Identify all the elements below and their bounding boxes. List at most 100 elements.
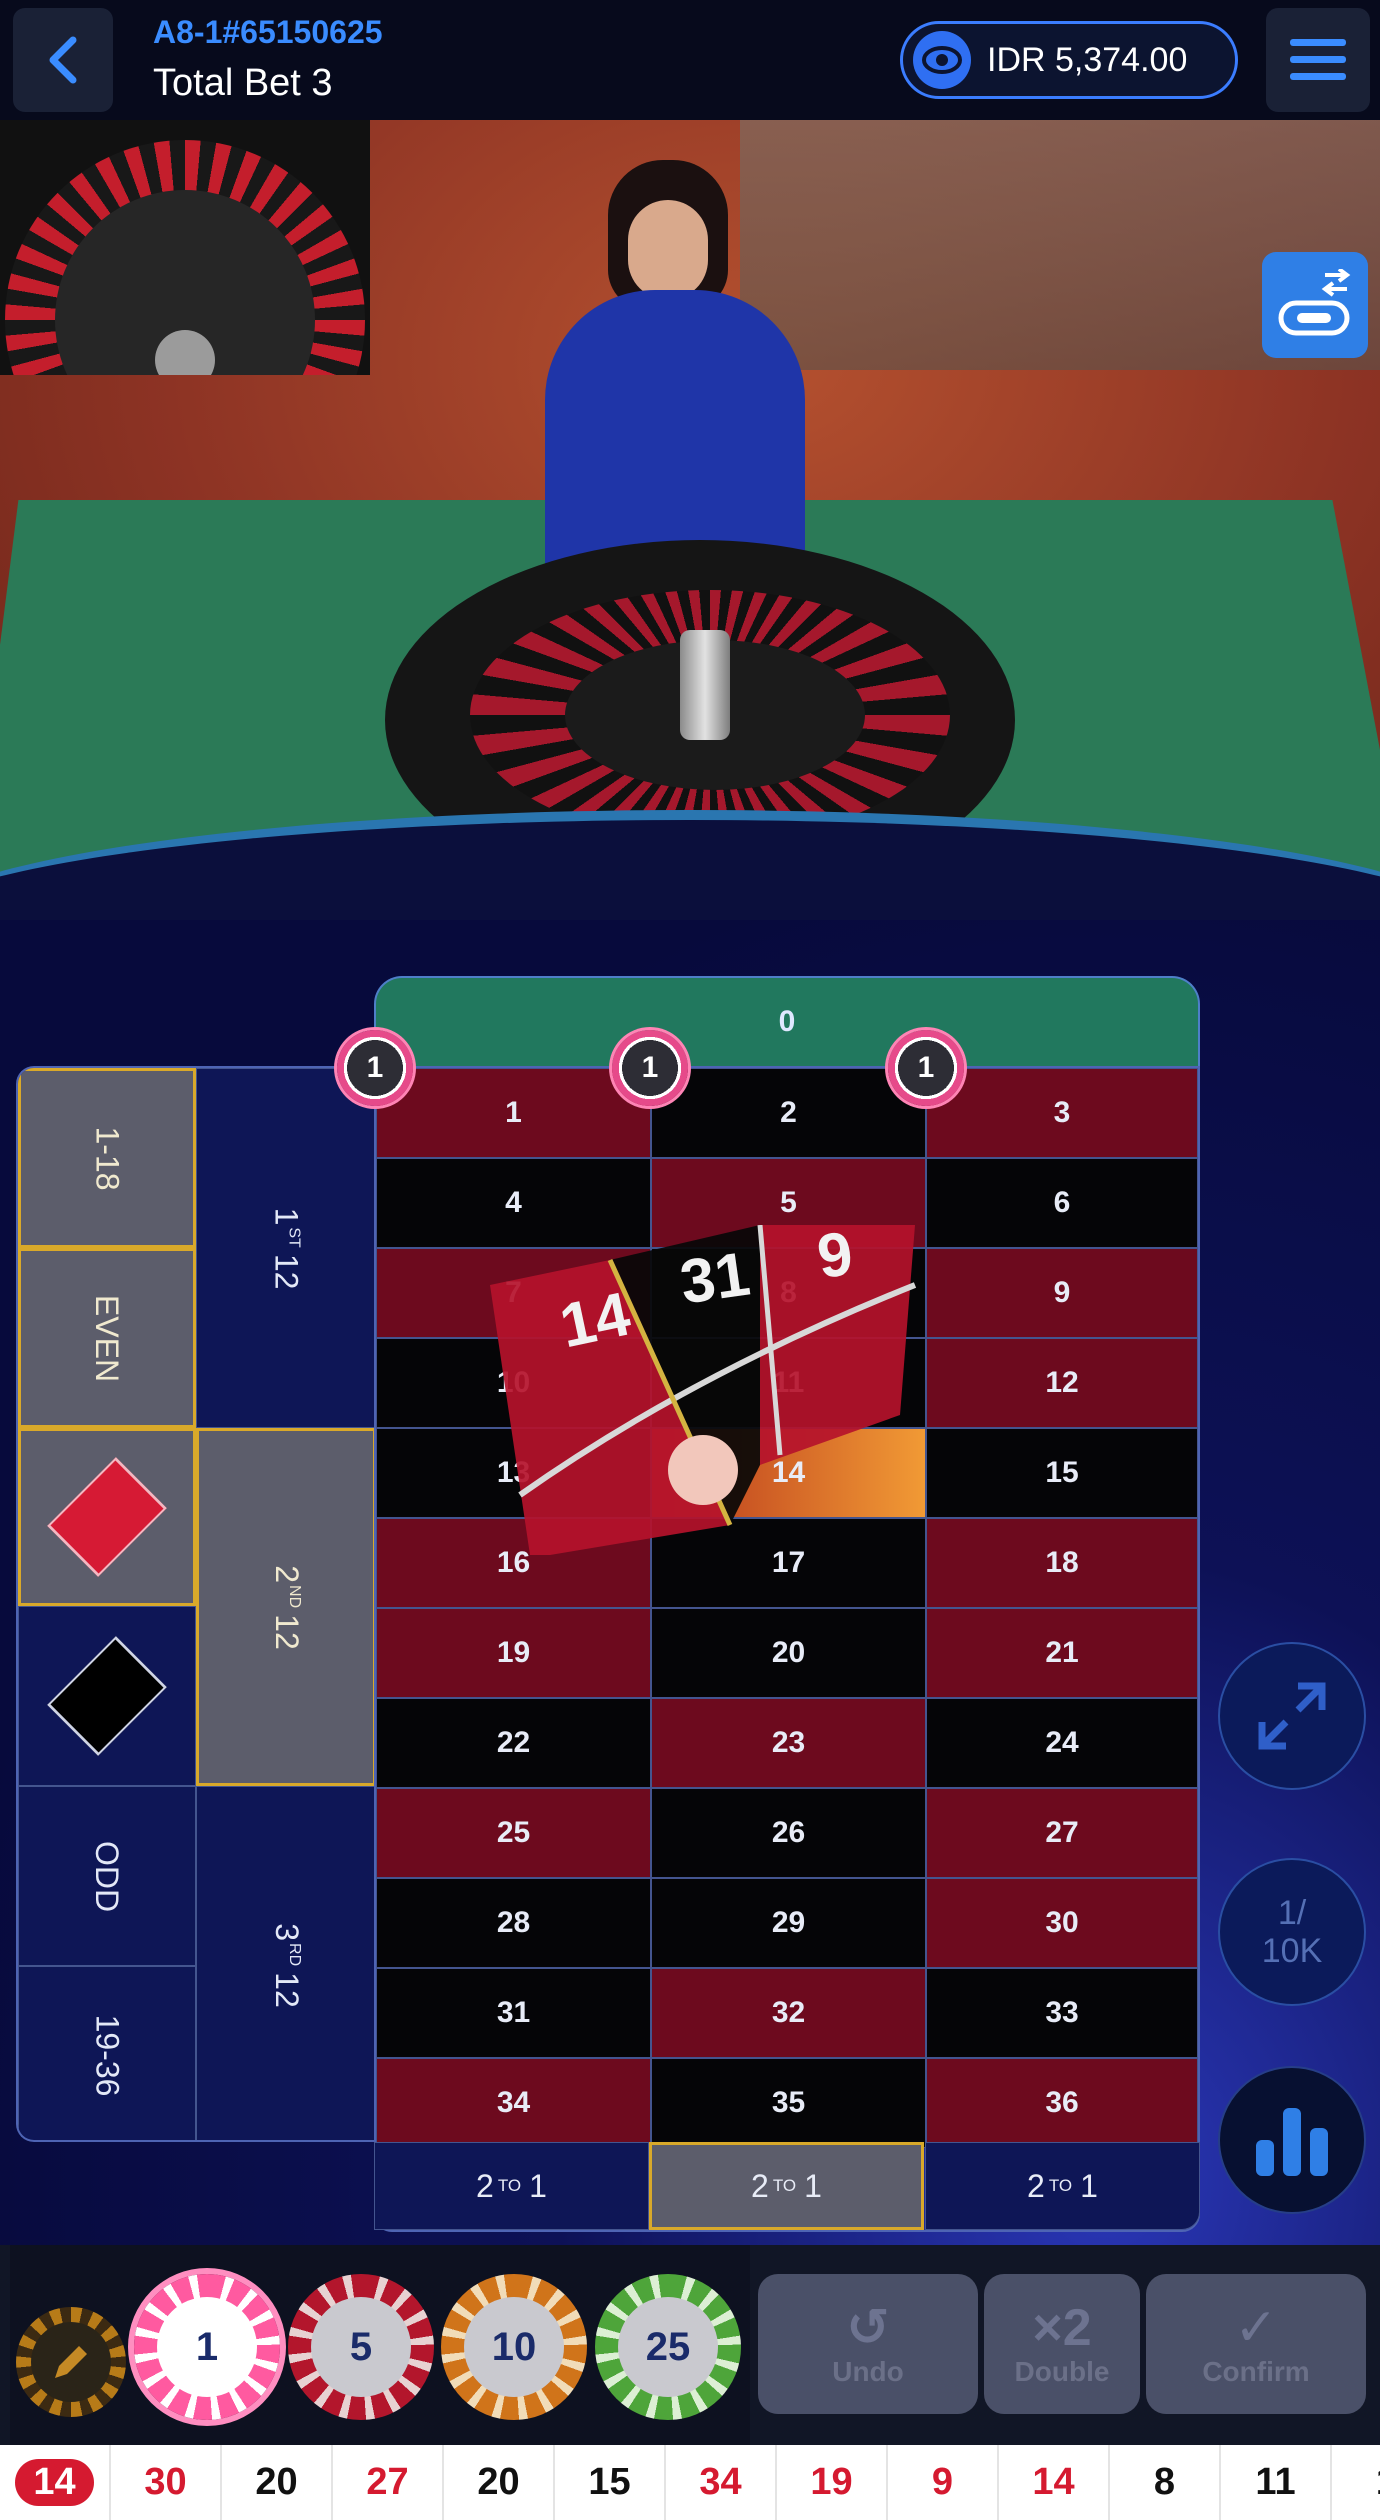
column-bet-post: 1 [1080,2167,1098,2204]
history-number: 20 [255,2461,298,2503]
history-result: 9 [888,2445,999,2520]
top-bar: A8-1#65150625 Total Bet 3 IDR 5,374.00 [0,0,1380,120]
column-bet-2[interactable]: 2 TO 1 [649,2142,924,2230]
chip-5[interactable]: 5 [288,2274,434,2420]
number-cell-20[interactable]: 20 [651,1608,926,1698]
column-bet-sup: TO [772,2176,797,2195]
menu-button[interactable] [1266,8,1370,112]
history-result: 34 [666,2445,777,2520]
bet-even[interactable]: EVEN [18,1248,196,1428]
history-result: 19 [777,2445,888,2520]
bet-dozen-3[interactable]: 3RD 12 [196,1786,374,2140]
chip-25-value: 25 [618,2297,718,2397]
balance-pill[interactable]: IDR 5,374.00 [900,21,1238,99]
number-cell-23[interactable]: 23 [651,1698,926,1788]
number-cell-33[interactable]: 33 [926,1968,1198,2058]
number-cell-27[interactable]: 27 [926,1788,1198,1878]
column-bet-post: 1 [529,2167,547,2204]
column-bet-3[interactable]: 2 TO 1 [925,2142,1200,2230]
pencil-icon [31,2322,111,2402]
bet-dozen-1[interactable]: 1ST 12 [196,1068,374,1428]
column-bet-1[interactable]: 2 TO 1 [374,2142,649,2230]
dozen-2-sup: ND [285,1584,303,1608]
placed-chip[interactable]: 1 [888,1030,964,1106]
number-cell-32[interactable]: 32 [651,1968,926,2058]
history-number: 15 [588,2461,631,2503]
undo-label: Undo [832,2356,904,2387]
zero-cell[interactable]: 0 [374,976,1200,1066]
chip-10[interactable]: 10 [441,2274,587,2420]
confirm-button[interactable]: ✓ Confirm [1146,2274,1366,2414]
number-cell-26[interactable]: 26 [651,1788,926,1878]
undo-button[interactable]: ↺ Undo [758,2274,978,2414]
number-cell-30[interactable]: 30 [926,1878,1198,1968]
number-cell-1[interactable]: 1 [376,1068,651,1158]
number-cell-19[interactable]: 19 [376,1608,651,1698]
number-cell-36[interactable]: 36 [926,2058,1198,2148]
number-cell-31[interactable]: 31 [376,1968,651,2058]
history-number: 20 [477,2461,520,2503]
bet-limit-button[interactable]: 1/ 10K [1218,1858,1366,2006]
edit-chips-button[interactable] [16,2307,126,2417]
bet-odd[interactable]: ODD [18,1786,196,1966]
placed-chip[interactable]: 1 [612,1030,688,1106]
number-cell-25[interactable]: 25 [376,1788,651,1878]
bet-black[interactable] [18,1606,196,1786]
fullscreen-button[interactable] [1218,1642,1366,1790]
history-result: 30 [111,2445,222,2520]
chip-1[interactable]: 1 [134,2274,280,2420]
column-bet-pre: 2 [1027,2167,1045,2204]
back-button[interactable] [13,8,113,112]
winning-number-racetrack: 14 31 9 [490,1218,920,1555]
history-result: 20 [222,2445,333,2520]
number-cell-21[interactable]: 21 [926,1608,1198,1698]
eye-icon [913,31,971,89]
double-button[interactable]: ×2 Double [984,2274,1140,2414]
history-number: 11 [1255,2461,1296,2503]
number-cell-29[interactable]: 29 [651,1878,926,1968]
history-result: 14 [0,2445,111,2520]
history-number: 8 [1153,2461,1176,2503]
bet-even-label: EVEN [89,1294,126,1382]
number-cell-18[interactable]: 18 [926,1518,1198,1608]
column-bet-post: 1 [804,2167,822,2204]
history-number: 27 [366,2461,409,2503]
dozen-3-label: 3RD 12 [268,1923,305,2008]
bet-19-36[interactable]: 19-36 [18,1966,196,2140]
outside-bets: 1-18 EVEN ODD 19-36 1ST 12 2ND 12 3RD 12 [16,1066,374,2142]
dozen-1-sup: ST [285,1226,303,1248]
total-bet: Total Bet 3 [153,62,333,104]
number-cell-2[interactable]: 2 [651,1068,926,1158]
history-result: 1 [1332,2445,1380,2520]
dozen-2-post: 12 [268,1613,305,1650]
column-bet-sup: TO [1048,2176,1073,2195]
placed-chip[interactable]: 1 [337,1030,413,1106]
history-number: 30 [144,2461,187,2503]
chevron-left-icon [49,36,77,84]
bet-1-18[interactable]: 1-18 [18,1068,196,1248]
number-cell-3[interactable]: 3 [926,1068,1198,1158]
number-cell-6[interactable]: 6 [926,1158,1198,1248]
number-cell-9[interactable]: 9 [926,1248,1198,1338]
bet-odd-label: ODD [89,1840,126,1912]
dozen-1-pre: 1 [268,1207,305,1225]
chip-25[interactable]: 25 [595,2274,741,2420]
number-cell-22[interactable]: 22 [376,1698,651,1788]
number-cell-15[interactable]: 15 [926,1428,1198,1518]
number-cell-34[interactable]: 34 [376,2058,651,2148]
switch-view-icon [1278,269,1351,336]
bet-red[interactable] [18,1428,196,1606]
number-cell-28[interactable]: 28 [376,1878,651,1968]
number-cell-35[interactable]: 35 [651,2058,926,2148]
history-number: 9 [931,2461,954,2503]
results-history: 14302027201534199148111 [0,2445,1380,2520]
bet-1-18-label: 1-18 [89,1125,126,1191]
number-cell-12[interactable]: 12 [926,1338,1198,1428]
roulette-wheel-turret [680,630,730,740]
history-number: 14 [15,2459,94,2506]
statistics-button[interactable] [1218,2066,1366,2214]
number-cell-24[interactable]: 24 [926,1698,1198,1788]
bet-dozen-2[interactable]: 2ND 12 [196,1428,374,1786]
black-diamond-icon [47,1636,167,1756]
switch-view-button[interactable] [1262,252,1368,358]
